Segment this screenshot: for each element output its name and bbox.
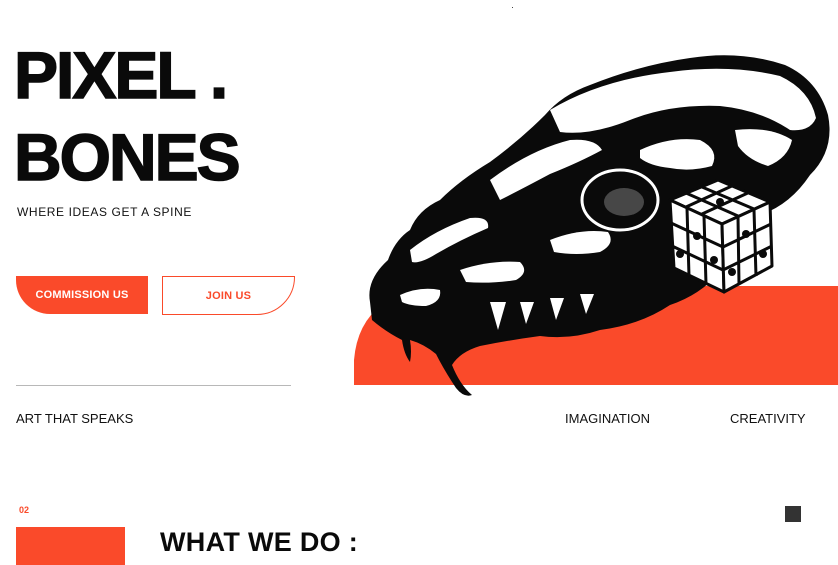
brand-title-line-2: BONES [13,120,241,194]
commission-us-button[interactable]: COMMISSION US [16,276,148,314]
label-creativity: CREATIVITY [730,411,806,426]
brand-tagline: WHERE IDEAS GET A SPINE [17,205,192,219]
square-icon[interactable] [785,506,801,522]
label-art-that-speaks: ART THAT SPEAKS [16,411,134,426]
section-number: 02 [19,505,30,515]
decorative-dot [512,7,513,8]
section-title: WHAT WE DO : [160,527,359,557]
section-divider [16,385,291,386]
join-us-button[interactable]: JOIN US [162,276,295,315]
label-imagination: IMAGINATION [565,411,650,426]
brand-title-line-1: PIXEL . [13,38,229,112]
hero-illustration [354,55,838,396]
section-image-block [16,527,125,565]
